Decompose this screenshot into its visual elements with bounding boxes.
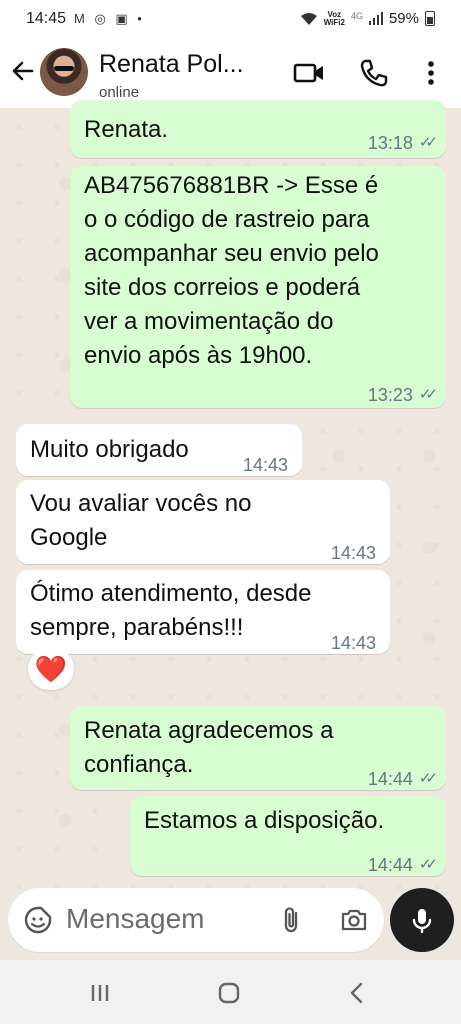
more-options-icon[interactable] bbox=[414, 56, 448, 90]
contact-name[interactable]: Renata Pol... bbox=[99, 50, 244, 79]
message-text: Vou avaliar vocês no Google bbox=[30, 490, 252, 551]
message-input[interactable]: Mensagem bbox=[66, 903, 205, 935]
recent-apps-icon[interactable] bbox=[85, 978, 115, 1008]
message-text: Ótimo atendimento, desde sempre, parabén… bbox=[30, 580, 312, 641]
read-ticks-icon: ✓✓ bbox=[418, 134, 438, 151]
read-ticks-icon: ✓✓ bbox=[418, 856, 438, 873]
message-meta: 14:44 ✓✓ bbox=[367, 848, 438, 882]
read-ticks-icon: ✓✓ bbox=[418, 770, 438, 787]
back-nav-icon[interactable] bbox=[342, 978, 372, 1008]
status-right: Voz WiFi2 4G 59% bbox=[300, 10, 435, 27]
chat-header: Renata Pol... online bbox=[0, 38, 461, 108]
video-call-icon[interactable] bbox=[292, 56, 326, 90]
message-time: 14:44 bbox=[367, 769, 413, 789]
message-time: 14:43 bbox=[330, 543, 376, 563]
paperclip-icon[interactable] bbox=[276, 904, 308, 936]
message-meta: 14:44 ✓✓ bbox=[367, 762, 438, 796]
message-meta: 14:43 bbox=[331, 626, 376, 660]
message-time: 13:18 bbox=[367, 133, 413, 153]
back-arrow-icon[interactable] bbox=[8, 56, 38, 86]
phone-icon[interactable] bbox=[357, 56, 391, 90]
message-text: Renata. bbox=[84, 116, 169, 143]
battery-icon bbox=[425, 11, 435, 26]
read-ticks-icon: ✓✓ bbox=[418, 386, 438, 403]
message-text: Estamos a disposição. bbox=[144, 807, 385, 834]
message-bubble-incoming[interactable]: Vou avaliar vocês no Google 14:43 bbox=[16, 480, 390, 564]
signal-icon bbox=[368, 12, 383, 25]
heart-reaction-icon[interactable]: ❤️ bbox=[28, 648, 74, 690]
status-time: 14:45 bbox=[26, 10, 67, 27]
microphone-icon bbox=[412, 909, 432, 934]
notification-icons: M ◎ ▣ • bbox=[74, 11, 145, 26]
battery-percent: 59% bbox=[388, 10, 419, 27]
message-text: Renata agradecemos a confiança. bbox=[84, 717, 334, 778]
message-bubble-outgoing[interactable]: Renata. 13:18 ✓✓ bbox=[70, 100, 446, 158]
message-bubble-incoming[interactable]: Ótimo atendimento, desde sempre, parabén… bbox=[16, 570, 390, 654]
message-text: AB475676881BR -> Esse é o o código de ra… bbox=[84, 172, 379, 369]
message-time: 14:44 bbox=[367, 855, 413, 875]
message-time: 14:43 bbox=[242, 455, 288, 475]
voice-record-button[interactable] bbox=[390, 888, 454, 952]
message-meta: 13:23 ✓✓ bbox=[367, 378, 438, 412]
message-meta: 13:18 ✓✓ bbox=[367, 126, 438, 160]
message-bubble-outgoing[interactable]: Renata agradecemos a confiança. 14:44 ✓✓ bbox=[70, 706, 446, 790]
message-time: 14:43 bbox=[330, 633, 376, 653]
message-bubble-outgoing[interactable]: AB475676881BR -> Esse é o o código de ra… bbox=[70, 166, 446, 408]
message-time: 13:23 bbox=[367, 385, 413, 405]
message-bubble-incoming[interactable]: Muito obrigado 14:43 bbox=[16, 424, 302, 476]
message-meta: 14:43 bbox=[331, 536, 376, 570]
status-bar: 14:45 M ◎ ▣ • Voz WiFi2 4G 59% bbox=[0, 0, 461, 38]
message-text: Muito obrigado bbox=[30, 436, 189, 463]
message-bubble-outgoing[interactable]: Estamos a disposição. 14:44 ✓✓ bbox=[130, 796, 446, 876]
system-nav-bar bbox=[0, 960, 461, 1024]
wifi-icon bbox=[300, 12, 317, 25]
home-icon[interactable] bbox=[214, 978, 244, 1008]
camera-icon[interactable] bbox=[338, 904, 370, 936]
contact-status: online bbox=[99, 84, 140, 101]
sticker-emoji-icon[interactable] bbox=[22, 904, 54, 936]
message-meta: 14:43 bbox=[243, 448, 288, 482]
network-type: 4G bbox=[350, 11, 363, 21]
avatar[interactable] bbox=[40, 48, 88, 96]
network-label: Voz WiFi2 bbox=[323, 9, 345, 27]
message-composer[interactable]: Mensagem bbox=[8, 888, 384, 952]
